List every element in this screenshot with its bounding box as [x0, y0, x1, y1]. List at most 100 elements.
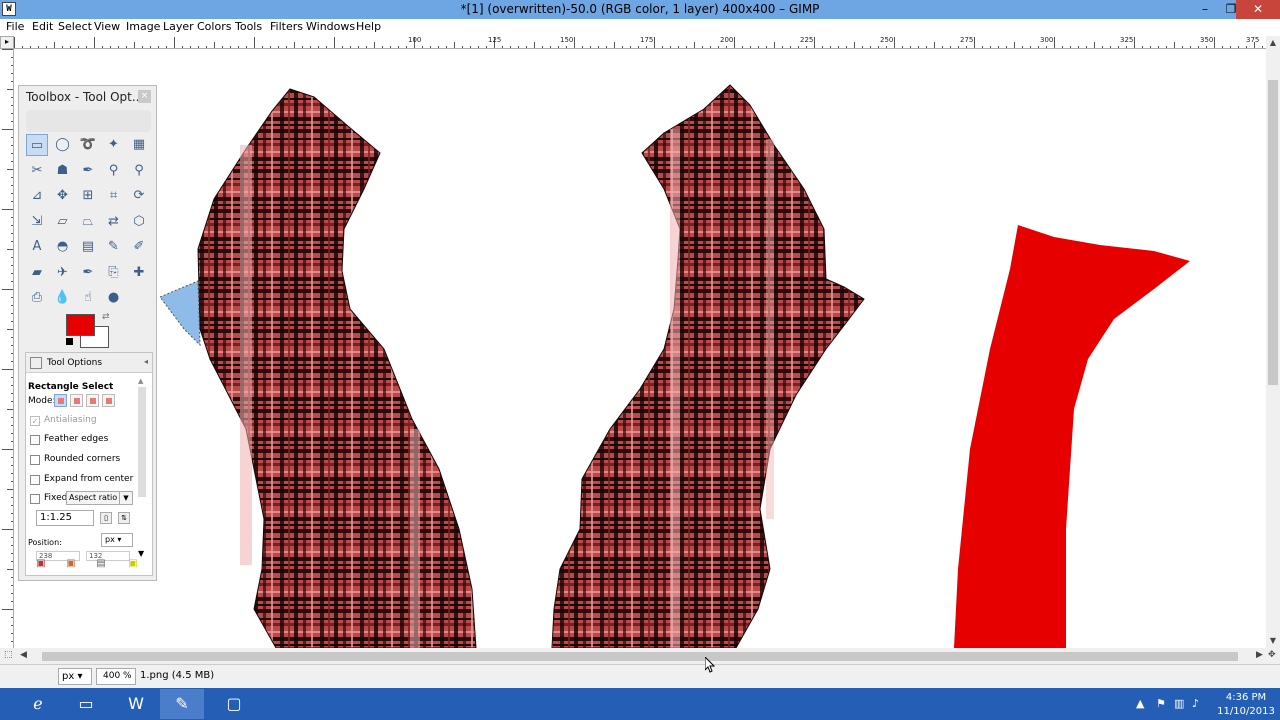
options-scroll-up-icon[interactable]: ▲: [138, 377, 143, 385]
heal-icon[interactable]: ✚: [128, 262, 150, 284]
toolbox-close-icon[interactable]: ×: [138, 90, 151, 103]
clock-date[interactable]: 11/10/2013: [1216, 706, 1276, 717]
chain-icon[interactable]: ▯: [100, 512, 112, 524]
antialiasing-checkbox[interactable]: ✓: [30, 416, 40, 426]
navigate-icon[interactable]: ✥: [1268, 650, 1276, 660]
fuzzy-select-icon[interactable]: ✦: [103, 134, 125, 156]
fixed-mode-select[interactable]: Aspect ratio ▼: [66, 491, 133, 505]
chevron-down-icon[interactable]: ▼: [138, 549, 144, 558]
crop-icon[interactable]: ⌗: [103, 185, 125, 207]
menu-image[interactable]: Image: [126, 20, 160, 33]
cage-transform-icon[interactable]: ⬡: [128, 211, 150, 233]
vertical-scrollbar[interactable]: ▲ ▼: [1266, 36, 1280, 648]
smudge-icon[interactable]: ☝: [77, 287, 99, 309]
blend-icon[interactable]: ▤: [77, 236, 99, 258]
paintbrush-icon[interactable]: ✐: [128, 236, 150, 258]
position-unit-select[interactable]: px ▾: [101, 533, 133, 547]
close-button[interactable]: ✕: [1236, 0, 1280, 19]
tray-expand-icon[interactable]: ▲: [1136, 697, 1144, 710]
fixed-checkbox[interactable]: [30, 494, 40, 504]
scroll-left-icon[interactable]: ◀: [20, 650, 27, 660]
unit-select[interactable]: px ▾: [58, 668, 92, 685]
text-icon[interactable]: A: [26, 236, 48, 258]
portrait-landscape-icon[interactable]: ⇅: [118, 512, 130, 524]
foreground-select-icon[interactable]: ☗: [52, 160, 74, 182]
zoom-select[interactable]: 400 % ▾: [96, 668, 136, 696]
horizontal-scroll-thumb[interactable]: [42, 652, 1238, 661]
reset-options-icon[interactable]: ▣: [127, 558, 139, 570]
rect-select-icon[interactable]: ▭: [26, 134, 48, 156]
feather-edges-checkbox[interactable]: [30, 435, 40, 445]
menu-edit[interactable]: Edit: [32, 20, 53, 33]
file-explorer-icon[interactable]: ▭: [64, 689, 108, 719]
gimp-image-window-icon[interactable]: ✎: [160, 689, 204, 719]
window-preview-icon[interactable]: ▢: [212, 689, 256, 719]
default-colors-icon[interactable]: [66, 338, 73, 345]
menu-colors[interactable]: Colors: [197, 20, 231, 33]
ink-icon[interactable]: ✒: [77, 262, 99, 284]
shear-icon[interactable]: ▱: [52, 211, 74, 233]
bucket-fill-icon[interactable]: ◓: [52, 236, 74, 258]
image-canvas[interactable]: [14, 49, 1266, 648]
airbrush-icon[interactable]: ✈: [52, 262, 74, 284]
move-icon[interactable]: ✥: [52, 185, 74, 207]
clock-time[interactable]: 4:36 PM: [1218, 692, 1274, 703]
eraser-icon[interactable]: ▰: [26, 262, 48, 284]
perspective-clone-icon[interactable]: ⎙: [26, 287, 48, 309]
minimize-button[interactable]: –: [1192, 0, 1218, 19]
foreground-color-swatch-front[interactable]: [66, 314, 95, 336]
measure-icon[interactable]: ⊿: [26, 185, 48, 207]
zoom-icon[interactable]: ⚲: [128, 160, 150, 182]
aspect-ratio-input[interactable]: 1:1.25: [36, 510, 94, 526]
paths-icon[interactable]: ✒: [77, 160, 99, 182]
menu-help[interactable]: Help: [356, 20, 381, 33]
color-picker-icon[interactable]: ⚲: [103, 160, 125, 182]
scale-icon[interactable]: ⇲: [26, 211, 48, 233]
pencil-icon[interactable]: ✎: [103, 236, 125, 258]
mode-subtract-button[interactable]: [86, 394, 99, 407]
horizontal-ruler[interactable]: 100 125 150 175 200 225 250 275 300 325 …: [14, 36, 1266, 49]
tab-menu-icon[interactable]: ◂: [144, 357, 148, 366]
menu-tools[interactable]: Tools: [235, 20, 262, 33]
action-center-icon[interactable]: ⚑: [1156, 697, 1166, 710]
options-scroll-thumb[interactable]: [138, 387, 146, 497]
free-select-icon[interactable]: ➰: [77, 134, 99, 156]
gimp-taskbar-icon[interactable]: W: [114, 689, 158, 719]
quick-mask-icon[interactable]: ⬚: [4, 650, 13, 660]
tool-options-tab[interactable]: Tool Options ◂: [26, 353, 152, 373]
clone-icon[interactable]: ⎘: [103, 262, 125, 284]
expand-from-center-checkbox[interactable]: [30, 475, 40, 485]
horizontal-scrollbar[interactable]: ⬚ ◀ ▶ ✥: [0, 648, 1280, 664]
flip-icon[interactable]: ⇄: [103, 211, 125, 233]
scissors-select-icon[interactable]: ✂: [26, 160, 48, 182]
menu-select[interactable]: Select: [58, 20, 92, 33]
scroll-up-icon[interactable]: ▲: [1266, 38, 1280, 47]
mode-add-button[interactable]: [70, 394, 83, 407]
rounded-corners-checkbox[interactable]: [30, 455, 40, 465]
save-options-icon[interactable]: ▣: [35, 558, 47, 570]
perspective-icon[interactable]: ⏢: [77, 211, 99, 233]
restore-options-icon[interactable]: ▣: [65, 558, 77, 570]
swap-colors-icon[interactable]: ⇄: [102, 312, 110, 322]
by-color-select-icon[interactable]: ▦: [128, 134, 150, 156]
rotate-icon[interactable]: ⟳: [128, 185, 150, 207]
vertical-ruler[interactable]: [0, 49, 14, 648]
align-icon[interactable]: ⊞: [77, 185, 99, 207]
menu-windows[interactable]: Windows: [306, 20, 355, 33]
menu-layer[interactable]: Layer: [163, 20, 194, 33]
ellipse-select-icon[interactable]: ◯: [52, 134, 74, 156]
scroll-down-icon[interactable]: ▼: [1266, 636, 1280, 645]
scroll-right-icon[interactable]: ▶: [1256, 650, 1263, 660]
network-icon[interactable]: ▥: [1174, 697, 1184, 710]
mode-intersect-button[interactable]: [102, 394, 115, 407]
menu-file[interactable]: File: [6, 20, 24, 33]
mode-replace-button[interactable]: [54, 394, 67, 407]
vertical-scroll-thumb[interactable]: [1268, 80, 1278, 385]
menu-view[interactable]: View: [94, 20, 120, 33]
internet-explorer-icon[interactable]: ℯ: [16, 689, 60, 719]
menu-filters[interactable]: Filters: [270, 20, 303, 33]
dodge-burn-icon[interactable]: ●: [103, 287, 125, 309]
blur-icon[interactable]: 💧: [52, 287, 74, 309]
ruler-corner-button[interactable]: ▸: [0, 36, 14, 49]
volume-icon[interactable]: ♪: [1192, 697, 1199, 710]
